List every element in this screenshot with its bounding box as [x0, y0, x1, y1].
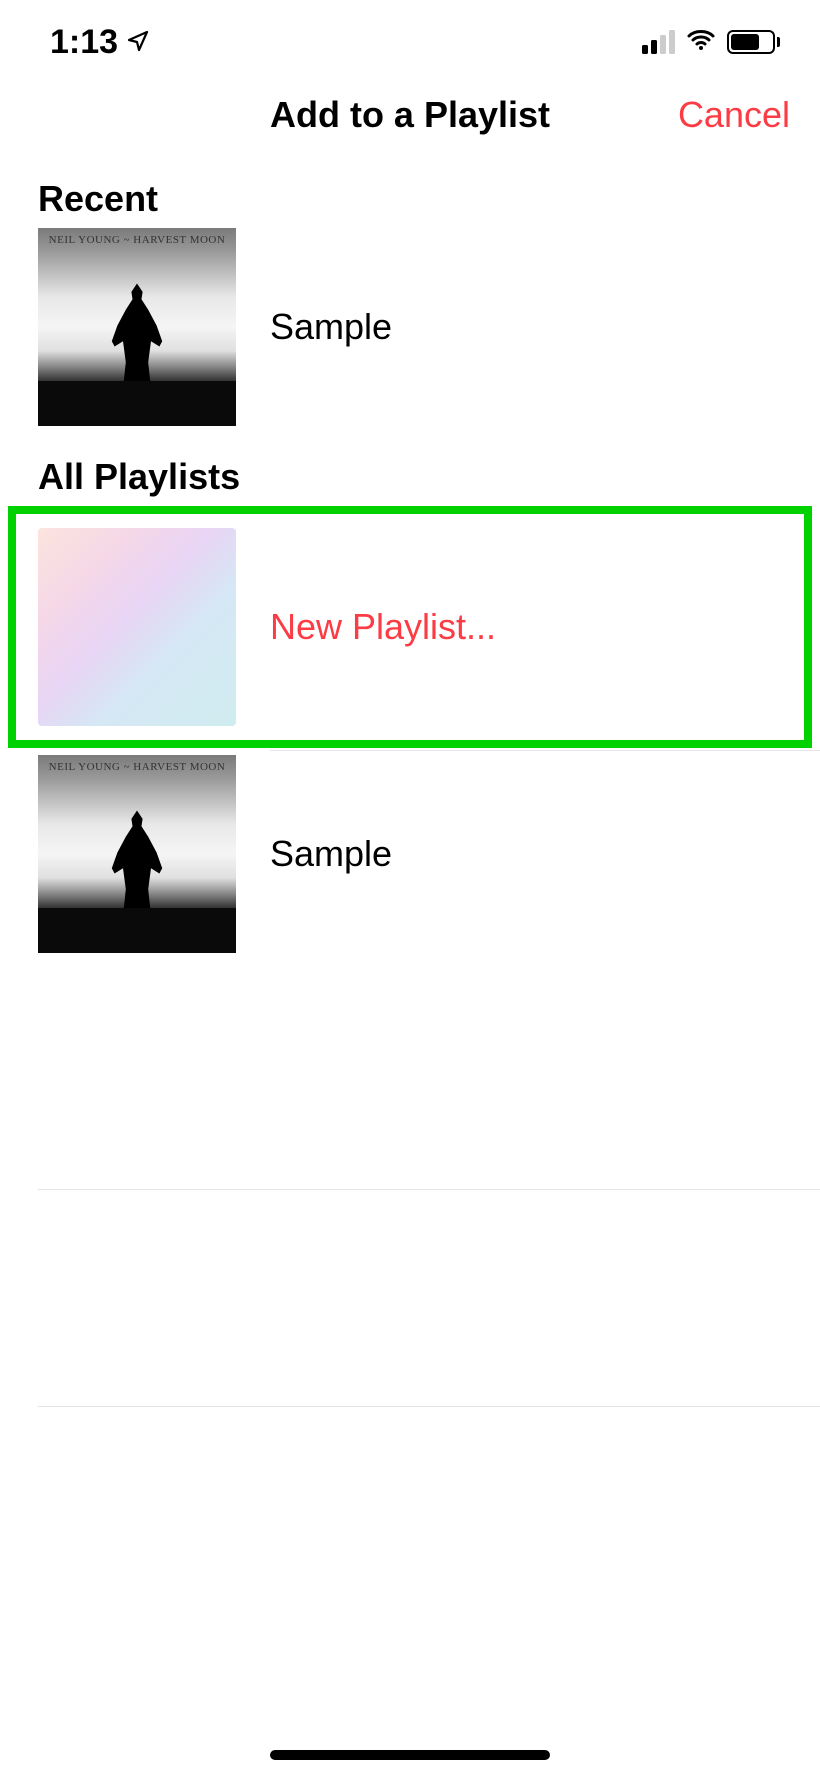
new-playlist-button[interactable]: New Playlist...	[38, 528, 782, 726]
tutorial-highlight: New Playlist...	[8, 506, 812, 748]
divider	[38, 1189, 820, 1190]
new-playlist-artwork	[38, 528, 236, 726]
divider	[38, 1406, 820, 1407]
playlist-artwork	[38, 755, 236, 953]
playlist-row-recent-0[interactable]: Sample	[0, 228, 820, 426]
page-title: Add to a Playlist	[270, 94, 550, 136]
nav-bar: Add to a Playlist Cancel	[0, 70, 820, 160]
status-time-group: 1:13	[50, 23, 150, 62]
battery-icon	[727, 30, 780, 54]
playlist-row-all-0[interactable]: Sample	[0, 755, 820, 953]
status-icons	[642, 28, 780, 57]
status-time: 1:13	[50, 23, 118, 62]
location-icon	[126, 23, 150, 62]
home-indicator[interactable]	[270, 1750, 550, 1760]
divider	[270, 750, 820, 751]
cancel-button[interactable]: Cancel	[678, 94, 790, 136]
playlist-artwork	[38, 228, 236, 426]
new-playlist-label: New Playlist...	[270, 606, 496, 648]
playlist-name-label: Sample	[270, 833, 392, 875]
wifi-icon	[685, 28, 717, 57]
cellular-signal-icon	[642, 30, 675, 54]
section-header-recent: Recent	[0, 160, 820, 228]
section-header-all-playlists: All Playlists	[0, 426, 820, 506]
status-bar: 1:13	[0, 0, 820, 70]
playlist-name-label: Sample	[270, 306, 392, 348]
plus-icon	[92, 582, 182, 672]
